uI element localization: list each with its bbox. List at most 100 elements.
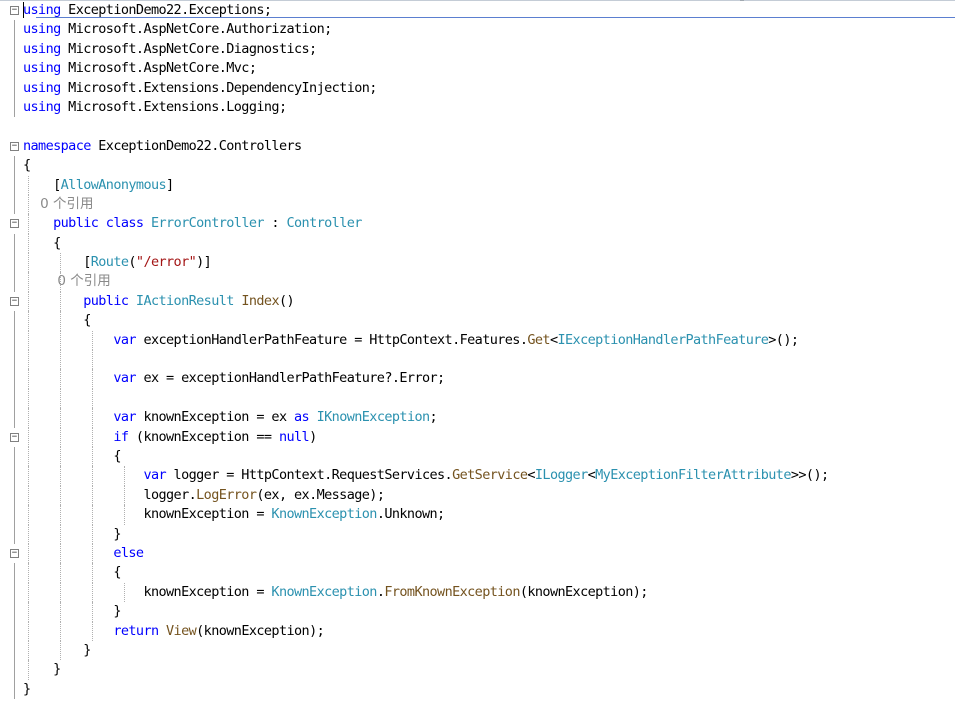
code-token: using (23, 79, 61, 96)
code-token: .Unknown; (376, 506, 445, 523)
code-token: ErrorController (150, 215, 265, 232)
code-token: } (23, 661, 61, 678)
code-token: KnownException (271, 583, 377, 600)
outline-bar (14, 330, 15, 351)
code-line[interactable]: } (0, 602, 955, 622)
code-line[interactable]: − if (knownException == null) (0, 427, 955, 447)
code-line[interactable] (0, 117, 955, 136)
code-token: null (278, 428, 310, 445)
line-text: return View(knownException); (23, 622, 324, 641)
indent-guide (28, 388, 29, 409)
code-line[interactable] (0, 388, 955, 409)
collapse-toggle-icon[interactable]: − (10, 432, 19, 442)
code-line[interactable]: knownException = KnownException.Unknown; (0, 505, 955, 525)
code-line[interactable]: { (0, 446, 955, 467)
code-token: } (23, 603, 121, 620)
code-line[interactable]: − using ExceptionDemo22.Exceptions; (0, 1, 955, 20)
outline-bar (14, 39, 15, 60)
collapse-toggle-icon[interactable]: − (10, 296, 19, 306)
code-line[interactable]: [AllowAnonymous] (0, 175, 955, 195)
outline-bar (14, 602, 15, 622)
code-line[interactable]: knownException = KnownException.FromKnow… (0, 582, 955, 603)
codelens-reference-count[interactable]: 0 个引用 (23, 273, 110, 289)
code-line[interactable]: − public class ErrorController : Control… (0, 214, 955, 234)
line-text: public class ErrorController : Controlle… (23, 214, 362, 233)
collapse-toggle-icon[interactable]: − (10, 548, 19, 558)
line-text: [AllowAnonymous] (23, 176, 174, 195)
code-line[interactable]: { (0, 563, 955, 583)
code-line[interactable] (0, 350, 955, 370)
outline-bar (14, 175, 15, 195)
code-token: FromKnownException (384, 583, 520, 600)
outline-bar (14, 640, 15, 661)
code-line[interactable]: var logger = HttpContext.RequestServices… (0, 466, 955, 486)
code-line[interactable]: 0 个引用 (0, 272, 955, 292)
outline-bar (14, 253, 15, 273)
code-token: Index (241, 292, 279, 309)
code-token: < (527, 467, 535, 484)
code-token: knownException = (23, 506, 272, 523)
code-token: View (166, 622, 197, 639)
code-line[interactable]: } (0, 660, 955, 680)
code-line[interactable]: [Route("/error")] (0, 253, 955, 273)
code-editor[interactable]: − using ExceptionDemo22.Exceptions; using … (0, 1, 955, 700)
code-line[interactable]: using Microsoft.AspNetCore.Authorization… (0, 20, 955, 40)
codelens-reference-count[interactable]: 0 个引用 (23, 196, 93, 212)
line-text: { (23, 563, 121, 582)
code-token: IActionResult (135, 292, 234, 309)
collapse-toggle-icon[interactable]: − (10, 141, 19, 151)
line-text: namespace ExceptionDemo22.Controllers (23, 137, 302, 156)
code-token: Route (90, 254, 129, 271)
code-line[interactable]: var ex = exceptionHandlerPathFeature?.Er… (0, 369, 955, 389)
code-line[interactable]: − public IActionResult Index() (0, 291, 955, 312)
outline-bar (14, 272, 15, 292)
outline-bar (14, 466, 15, 486)
outline-bar (14, 156, 15, 176)
code-line[interactable]: } (0, 679, 955, 700)
code-line[interactable]: − else (0, 543, 955, 564)
code-token: "/error" (135, 254, 197, 271)
code-line[interactable]: return View(knownException); (0, 621, 955, 641)
outline-bar (14, 388, 15, 409)
code-token: Microsoft.AspNetCore.Diagnostics; (60, 40, 317, 57)
line-text: using Microsoft.Extensions.DependencyInj… (23, 79, 377, 98)
line-text: } (23, 525, 121, 544)
code-line[interactable]: using Microsoft.AspNetCore.Diagnostics; (0, 39, 955, 60)
code-line[interactable]: } (0, 524, 955, 544)
code-line[interactable]: var exceptionHandlerPathFeature = HttpCo… (0, 330, 955, 351)
code-token: LogError (196, 486, 257, 503)
collapse-toggle-icon[interactable]: − (10, 6, 19, 15)
code-token: Get (527, 331, 550, 348)
code-line[interactable]: 0 个引用 (0, 194, 955, 215)
line-text: 0 个引用 (23, 272, 110, 291)
line-text: if (knownException == null) (23, 428, 317, 447)
line-text: } (23, 660, 61, 679)
collapse-toggle-icon[interactable]: − (10, 219, 19, 229)
code-token: public (23, 292, 136, 309)
line-text: { (23, 447, 121, 466)
indent-guide (28, 350, 29, 370)
outline-bar (14, 311, 15, 331)
code-token: using (23, 40, 61, 57)
outline-bar (14, 408, 15, 428)
code-line[interactable]: using Microsoft.Extensions.Logging; (0, 97, 955, 118)
code-line[interactable]: − namespace ExceptionDemo22.Controllers (0, 137, 955, 156)
outline-bar (14, 194, 15, 215)
code-line[interactable]: { (0, 156, 955, 176)
line-text: knownException = KnownException.FromKnow… (23, 583, 648, 602)
code-line[interactable]: } (0, 640, 955, 661)
code-token: ] (166, 176, 174, 193)
line-text: var logger = HttpContext.RequestServices… (23, 466, 829, 485)
code-line[interactable]: using Microsoft.Extensions.DependencyInj… (0, 78, 955, 98)
text-caret (23, 2, 24, 18)
code-token: } (23, 525, 121, 542)
code-line[interactable]: var knownException = ex as IKnownExcepti… (0, 408, 955, 428)
code-line[interactable]: using Microsoft.AspNetCore.Mvc; (0, 59, 955, 79)
code-line[interactable]: { (0, 233, 955, 254)
code-token: logger. (23, 486, 197, 503)
code-line[interactable]: logger.LogError(ex, ex.Message); (0, 485, 955, 506)
code-token: logger = HttpContext.RequestServices. (166, 467, 453, 484)
code-line[interactable]: { (0, 311, 955, 331)
code-token: return (23, 622, 159, 639)
code-token: { (23, 157, 31, 174)
